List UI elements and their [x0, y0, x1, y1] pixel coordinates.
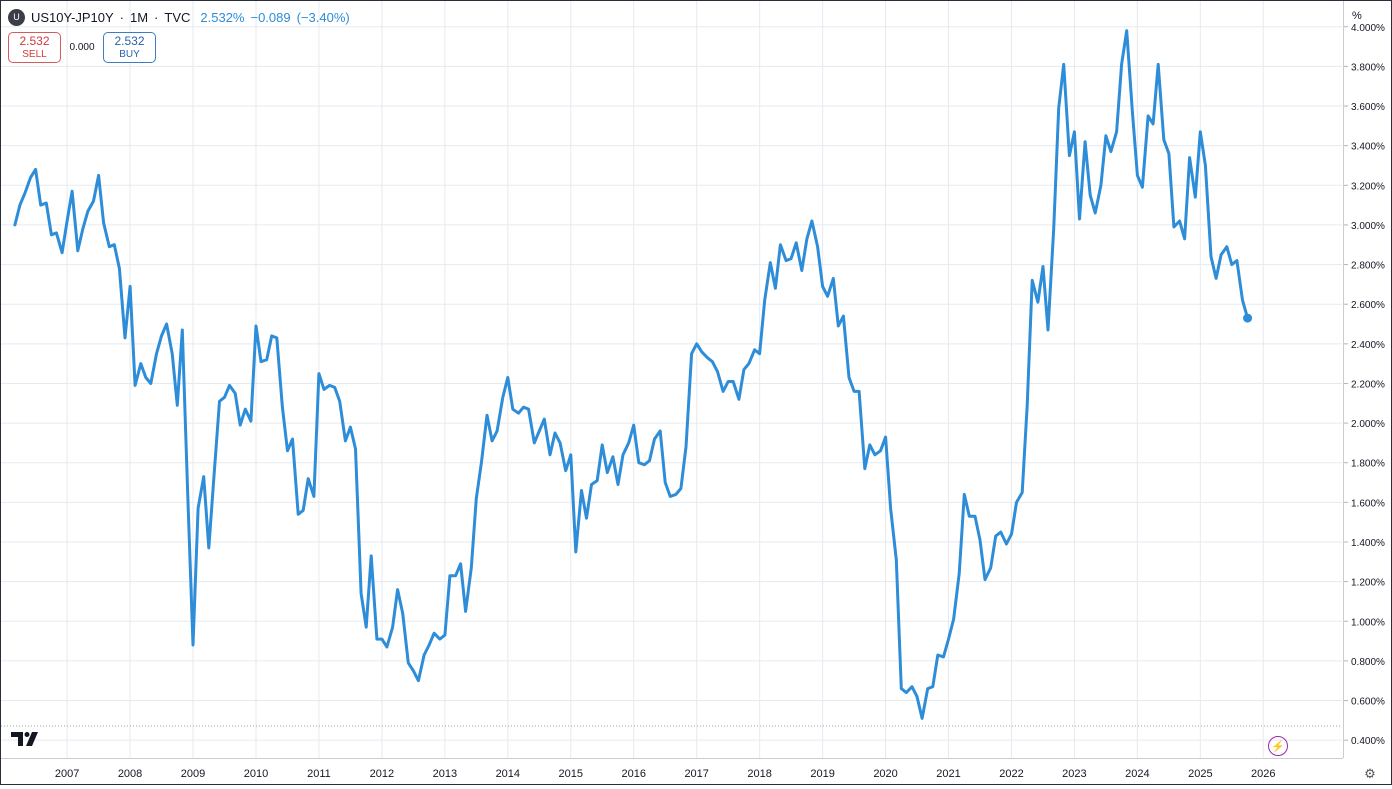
lightning-icon[interactable]: ⚡ [1268, 736, 1288, 756]
time-axis[interactable]: 2007 2008 2009 2010 2011 2012 2013 2014 2015 2016… [1, 758, 1343, 784]
x-tick-label: 2022 [999, 768, 1023, 780]
symbol-name[interactable]: US10Y-JP10Y [31, 10, 114, 25]
x-tick-label: 2011 [307, 768, 331, 780]
sell-button[interactable]: 2.532 SELL [8, 32, 61, 63]
y-tick-label: 1.200% [1351, 578, 1385, 589]
source-label: TVC [164, 9, 191, 25]
x-tick-label: 2012 [370, 768, 394, 780]
x-tick-label: 2015 [559, 768, 583, 780]
last-value-marker [1243, 313, 1253, 323]
x-tick-label: 2023 [1062, 768, 1086, 780]
gear-icon[interactable]: ⚙ [1362, 766, 1378, 782]
x-tick-label: 2024 [1125, 768, 1149, 780]
price-axis-unit: % [1352, 10, 1362, 22]
legend-separator: · [119, 9, 124, 25]
interval-label[interactable]: 1M [130, 10, 148, 25]
y-tick-label: 1.600% [1351, 498, 1385, 509]
y-tick-label: 0.600% [1351, 697, 1385, 708]
y-tick-label: 1.000% [1351, 617, 1385, 628]
time-axis-svg[interactable]: 2007 2008 2009 2010 2011 2012 2013 2014 2015 2016… [1, 759, 1343, 784]
buy-button[interactable]: 2.532 BUY [103, 32, 156, 63]
y-tick-label: 1.800% [1351, 459, 1385, 470]
chart-svg[interactable] [1, 1, 1342, 758]
x-tick-label: 2010 [244, 768, 268, 780]
x-tick-label: 2013 [433, 768, 457, 780]
x-tick-label: 2018 [747, 768, 771, 780]
trade-panel: 2.532 SELL 0.000 2.532 BUY [8, 32, 156, 63]
x-tick-label: 2017 [684, 768, 708, 780]
price-axis-svg[interactable]: 0.400% 0.600% 0.800% 1.000% 1.200% 1.400% 1.60… [1344, 1, 1391, 758]
x-tick-label: 2019 [810, 768, 834, 780]
y-tick-label: 0.400% [1351, 736, 1385, 747]
price-change-percent: (−3.40%) [296, 9, 350, 25]
x-tick-label: 2008 [118, 768, 142, 780]
sell-price: 2.532 [19, 33, 50, 48]
x-tick-label: 2020 [873, 768, 897, 780]
x-tick-label: 2021 [936, 768, 960, 780]
symbol-logo-icon: U [8, 8, 25, 26]
chart-pane[interactable] [1, 1, 1342, 758]
y-tick-label: 3.200% [1351, 181, 1385, 192]
y-tick-label: 1.400% [1351, 538, 1385, 549]
legend-separator: · [154, 9, 159, 25]
y-tick-label: 4.000% [1351, 23, 1385, 34]
x-tick-label: 2026 [1251, 768, 1275, 780]
x-tick-label: 2014 [496, 768, 520, 780]
x-tick-label: 2025 [1188, 768, 1212, 780]
y-tick-label: 3.400% [1351, 142, 1385, 153]
y-tick-label: 3.000% [1351, 221, 1385, 232]
x-tick-label: 2016 [621, 768, 645, 780]
x-tick-label: 2007 [55, 768, 79, 780]
y-tick-label: 2.800% [1351, 261, 1385, 272]
y-tick-label: 2.200% [1351, 379, 1385, 390]
y-tick-label: 0.800% [1351, 657, 1385, 668]
tradingview-logo-icon[interactable] [11, 732, 43, 751]
spread-value: 0.000 [69, 42, 95, 53]
grid-lines [1, 1, 1342, 758]
symbol-legend[interactable]: U US10Y-JP10Y · 1M · TVC 2.532% −0.089 (… [8, 7, 350, 27]
y-tick-label: 2.400% [1351, 340, 1385, 351]
x-tick-label: 2009 [181, 768, 205, 780]
y-tick-label: 3.600% [1351, 102, 1385, 113]
buy-price: 2.532 [114, 33, 145, 48]
last-price: 2.532% [200, 9, 245, 25]
y-tick-label: 2.600% [1351, 300, 1385, 311]
series-line [13, 29, 1250, 720]
y-tick-label: 3.800% [1351, 62, 1385, 73]
y-tick-label: 2.000% [1351, 419, 1385, 430]
price-change: −0.089 [250, 9, 291, 25]
sell-label: SELL [22, 48, 47, 60]
buy-label: BUY [119, 48, 140, 60]
price-axis[interactable]: 0.400% 0.600% 0.800% 1.000% 1.200% 1.400% 1.60… [1343, 1, 1391, 758]
